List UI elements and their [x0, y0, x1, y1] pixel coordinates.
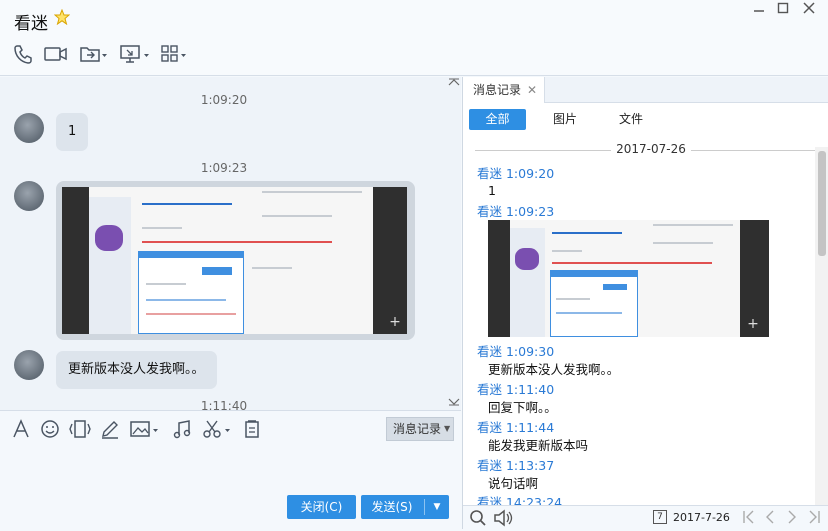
history-message: 回复下啊。。	[488, 400, 557, 415]
chevron-down-icon: ▼	[444, 424, 451, 433]
transfer-file-icon[interactable]	[80, 44, 110, 66]
collapse-down-icon[interactable]	[448, 398, 460, 406]
sender-time: 看迷 1:09:23	[477, 204, 555, 219]
message-history-button[interactable]: 消息记录 ▼	[386, 417, 454, 441]
history-image[interactable]: +	[488, 220, 769, 337]
avatar[interactable]	[14, 181, 44, 211]
previous-page-icon[interactable]	[763, 508, 777, 530]
image-message-bubble[interactable]: +	[56, 181, 415, 340]
filter-all[interactable]: 全部	[469, 109, 526, 130]
avatar[interactable]	[14, 350, 44, 380]
panel-tabbar: 消息记录 ✕	[463, 77, 828, 103]
sender-time: 看迷 1:09:30	[477, 344, 555, 359]
expand-icon[interactable]: +	[746, 317, 760, 331]
collapse-up-icon[interactable]	[448, 78, 460, 86]
close-button[interactable]: 关闭(C)	[287, 495, 356, 519]
history-message: 说句话啊	[488, 476, 539, 491]
message-bubble[interactable]: 更新版本没人发我啊。。	[56, 351, 217, 389]
star-icon[interactable]	[54, 9, 70, 25]
sender-time: 看迷 14:23:24	[477, 495, 563, 505]
avatar[interactable]	[14, 113, 44, 143]
remote-desktop-icon[interactable]	[120, 44, 152, 66]
pen-icon[interactable]	[100, 419, 120, 439]
history-log[interactable]: 看迷 1:09:20 1 看迷 1:09:23 + 看迷 1:09:30 更新版…	[463, 163, 815, 505]
phone-icon[interactable]	[13, 44, 33, 66]
message-time: 1:09:20	[200, 93, 248, 107]
emoji-icon[interactable]	[40, 419, 60, 439]
message-bubble[interactable]: 1	[56, 113, 89, 151]
close-icon[interactable]	[794, 2, 824, 18]
history-scrollbar[interactable]	[815, 147, 828, 507]
filter-files[interactable]: 文件	[611, 109, 651, 130]
screenshot-image[interactable]: +	[62, 187, 407, 334]
history-message: 1	[488, 183, 496, 198]
tab-label: 消息记录	[473, 83, 522, 97]
message-time: 1:09:23	[200, 161, 248, 175]
screenshot-icon[interactable]	[202, 419, 234, 439]
next-page-icon[interactable]	[785, 508, 799, 530]
chat-message-area[interactable]: 1:09:20 1 1:09:23 + 更新版本没人发我啊。。 1:11:40	[0, 77, 461, 410]
date-label: 2017-07-26	[611, 142, 691, 156]
filter-images[interactable]: 图片	[545, 109, 585, 130]
speaker-icon[interactable]	[493, 509, 515, 531]
send-label: 发送(S)	[371, 500, 413, 514]
history-footer: 7 2017-7-26	[463, 505, 828, 529]
send-button[interactable]: 发送(S) ▼	[361, 495, 449, 519]
footer-date[interactable]: 2017-7-26	[673, 511, 730, 524]
tab-message-history[interactable]: 消息记录 ✕	[463, 77, 545, 103]
message-history-label: 消息记录	[393, 422, 442, 436]
image-icon[interactable]	[130, 419, 162, 439]
scrollbar-thumb[interactable]	[818, 151, 826, 256]
shake-icon[interactable]	[68, 419, 92, 439]
calendar-icon[interactable]: 7	[653, 510, 667, 524]
message-input-area[interactable]: 消息记录 ▼ 关闭(C) 发送(S) ▼	[0, 410, 461, 529]
contact-name[interactable]: 看迷	[14, 9, 48, 34]
message-time: 1:11:40	[200, 399, 248, 410]
title-bar: 看迷	[0, 0, 828, 76]
music-icon[interactable]	[172, 419, 192, 439]
first-page-icon[interactable]	[741, 508, 757, 530]
close-tab-icon[interactable]: ✕	[527, 77, 537, 103]
sender-time: 看迷 1:13:37	[477, 458, 555, 473]
date-divider: 2017-07-26	[475, 142, 815, 158]
sender-time: 看迷 1:11:44	[477, 420, 555, 435]
last-page-icon[interactable]	[806, 508, 822, 530]
history-message: 更新版本没人发我啊。。	[488, 362, 620, 377]
video-icon[interactable]	[44, 44, 68, 66]
sender-time: 看迷 1:09:20	[477, 166, 555, 181]
search-icon[interactable]	[469, 509, 487, 531]
apps-icon[interactable]	[160, 44, 190, 66]
history-message: 能发我更新版本吗	[488, 438, 589, 453]
clip-icon[interactable]	[244, 419, 260, 439]
sender-time: 看迷 1:11:40	[477, 382, 555, 397]
send-options-icon[interactable]: ▼	[425, 495, 449, 519]
expand-icon[interactable]: +	[388, 315, 402, 329]
history-panel: 消息记录 ✕ 全部 图片 文件 2017-07-26 看迷 1:09:20 1 …	[462, 77, 828, 529]
font-icon[interactable]	[12, 419, 30, 439]
